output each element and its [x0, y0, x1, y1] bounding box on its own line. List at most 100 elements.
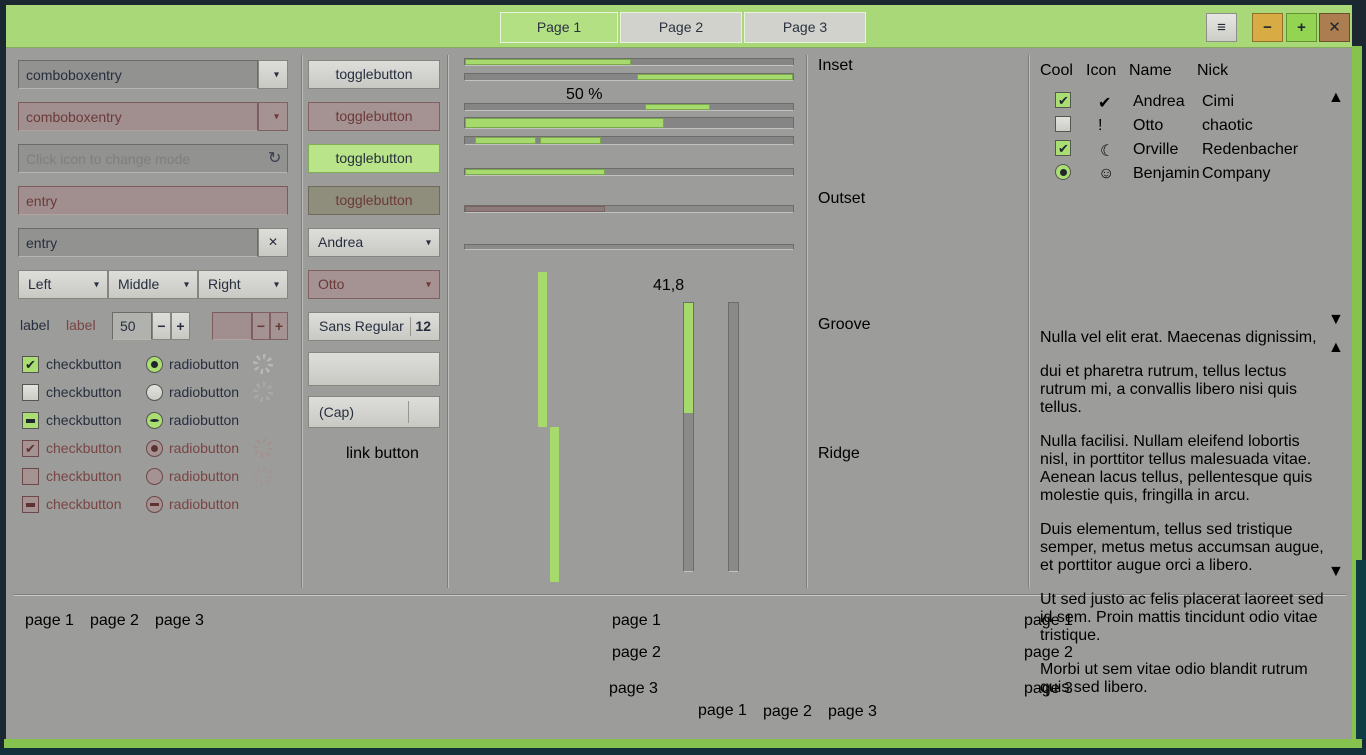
togglebutton[interactable]: togglebutton: [308, 60, 440, 89]
minus-icon: −: [157, 318, 165, 334]
column-header-name[interactable]: Name: [1129, 62, 1197, 80]
file-chooser-button[interactable]: (Cap): [308, 396, 440, 428]
scale-trough[interactable]: [464, 168, 794, 176]
checkbutton-label: checkbutton: [46, 356, 122, 372]
textview[interactable]: Nulla vel elit erat. Maecenas dignissim,…: [1040, 338, 1328, 582]
scroll-up-button[interactable]: ▲: [1328, 339, 1344, 357]
notebook-tab-page-1[interactable]: page 1: [698, 702, 760, 733]
dropdown-middle[interactable]: Middle▾: [108, 270, 198, 299]
color-button[interactable]: [308, 352, 440, 386]
menu-button[interactable]: ≡: [1206, 13, 1237, 42]
label-disabled: label: [66, 317, 96, 333]
textview-paragraph: dui et pharetra rutrum, tellus lectus ru…: [1040, 363, 1328, 417]
progressbar-segments: [464, 136, 794, 145]
table-row-radio[interactable]: [1055, 164, 1071, 180]
notebook-tab-page-3[interactable]: page 3: [828, 703, 890, 733]
scroll-down-button[interactable]: ▼: [1328, 311, 1344, 329]
vertical-scale-handle[interactable]: [674, 403, 702, 425]
dropdown-right[interactable]: Right▾: [198, 270, 288, 299]
table-row-checkbox[interactable]: [1055, 116, 1071, 132]
notebook-tab-page-3[interactable]: page 3: [609, 676, 676, 704]
mode-entry[interactable]: [18, 144, 288, 173]
radiobutton-selected[interactable]: [146, 356, 163, 373]
checkbutton-checked[interactable]: [22, 356, 39, 373]
table-cell-name[interactable]: Andrea: [1133, 93, 1185, 111]
entry-disabled: [18, 186, 288, 215]
table-cell-name[interactable]: Benjamin: [1133, 165, 1200, 183]
table-cell-nick[interactable]: Company: [1202, 165, 1270, 183]
link-button[interactable]: link button: [346, 445, 419, 463]
notebook-tab-page-1[interactable]: page 1: [1024, 612, 1088, 640]
notebook-page-area: [352, 610, 610, 734]
clear-entry-button[interactable]: ✕: [258, 228, 288, 257]
textview-scrollbar[interactable]: ▲ ▼: [1328, 338, 1344, 582]
tab-page-1[interactable]: Page 1: [500, 12, 618, 43]
column-header-nick[interactable]: Nick: [1197, 62, 1328, 80]
column-header-cool[interactable]: Cool: [1040, 62, 1086, 80]
checkbutton-indeterminate[interactable]: [22, 412, 39, 429]
radiobutton-indeterminate[interactable]: [146, 412, 163, 429]
table-cell-name[interactable]: Orville: [1133, 141, 1178, 159]
scroll-up-button[interactable]: ▲: [1328, 89, 1344, 107]
radiobutton-label-disabled: radiobutton: [169, 468, 239, 484]
separator: [301, 55, 303, 588]
comboboxentry-disabled-input: [18, 102, 258, 131]
switch-knob[interactable]: [374, 481, 405, 511]
notebook-tab-page-2[interactable]: page 2: [763, 703, 825, 733]
notebook-tab-page-2[interactable]: page 2: [1024, 644, 1088, 672]
treeview-scrollbar[interactable]: ▲ ▼: [1328, 88, 1344, 330]
close-button[interactable]: ✕: [1319, 13, 1350, 42]
notebook-tab-page-3[interactable]: page 3: [1024, 676, 1091, 704]
comboboxentry-dropdown-button[interactable]: ▾: [258, 60, 288, 89]
spin-minus-button[interactable]: −: [152, 312, 171, 340]
clear-icon: ✕: [268, 235, 278, 249]
scale-marks-handle[interactable]: [621, 237, 636, 258]
table-cell-nick[interactable]: chaotic: [1202, 117, 1253, 135]
tab-page-3[interactable]: Page 3: [744, 12, 866, 43]
refresh-icon[interactable]: ↻: [268, 148, 281, 168]
divider: [410, 317, 411, 336]
scale-handle-disabled: [592, 198, 614, 220]
checkbutton-unchecked[interactable]: [22, 384, 39, 401]
dropdown-left-label: Left: [28, 276, 51, 292]
column-header-icon[interactable]: Icon: [1086, 62, 1129, 80]
separator: [1028, 55, 1030, 588]
moon-icon: ☾: [1100, 141, 1114, 161]
notebook-tab-page-3[interactable]: page 3: [155, 612, 217, 642]
scroll-down-button[interactable]: ▼: [1328, 563, 1344, 581]
scroll-up-icon: ▲: [1328, 339, 1344, 356]
vertical-scale-trough[interactable]: [683, 302, 694, 572]
comboboxentry-input[interactable]: [18, 60, 258, 89]
table-row-checkbox[interactable]: [1055, 92, 1071, 108]
switch-on[interactable]: [342, 482, 404, 512]
maximize-button[interactable]: +: [1286, 13, 1317, 42]
table-cell-nick[interactable]: Cimi: [1202, 93, 1234, 111]
table-cell-nick[interactable]: Redenbacher: [1202, 141, 1298, 159]
table-row-checkbox[interactable]: [1055, 140, 1071, 156]
progress-fill: [637, 74, 793, 80]
table-cell-name[interactable]: Otto: [1133, 117, 1163, 135]
progressbar-rtl: [464, 73, 794, 81]
notebook-tab-page-2[interactable]: page 2: [90, 612, 152, 642]
notebook-tab-page-1[interactable]: page 1: [612, 612, 676, 640]
radiobutton-unselected-disabled: [146, 468, 163, 485]
notebook-tab-page-1[interactable]: page 1: [25, 612, 87, 643]
togglebutton-active[interactable]: togglebutton: [308, 144, 440, 173]
scale-handle[interactable]: [592, 161, 614, 183]
titlebar[interactable]: Page 1 Page 2 Page 3 ≡ − + ✕: [6, 5, 1352, 48]
checkbutton-label-disabled: checkbutton: [46, 468, 122, 484]
notebook-tab-page-2[interactable]: page 2: [612, 644, 676, 672]
spin-plus-button[interactable]: +: [171, 312, 190, 340]
progressbar-thick: [464, 117, 794, 129]
chevron-down-icon: ▾: [426, 271, 431, 298]
label: label: [20, 317, 50, 333]
spinbutton-value[interactable]: 50: [112, 312, 152, 340]
close-icon: ✕: [1328, 19, 1341, 36]
minimize-button[interactable]: −: [1252, 13, 1283, 42]
entry[interactable]: [18, 228, 258, 257]
dropdown-left[interactable]: Left▾: [18, 270, 108, 299]
radiobutton-unselected[interactable]: [146, 384, 163, 401]
tab-page-2[interactable]: Page 2: [620, 12, 742, 43]
combobox-andrea[interactable]: Andrea▾: [308, 228, 440, 257]
font-button[interactable]: Sans Regular 12: [308, 312, 440, 341]
